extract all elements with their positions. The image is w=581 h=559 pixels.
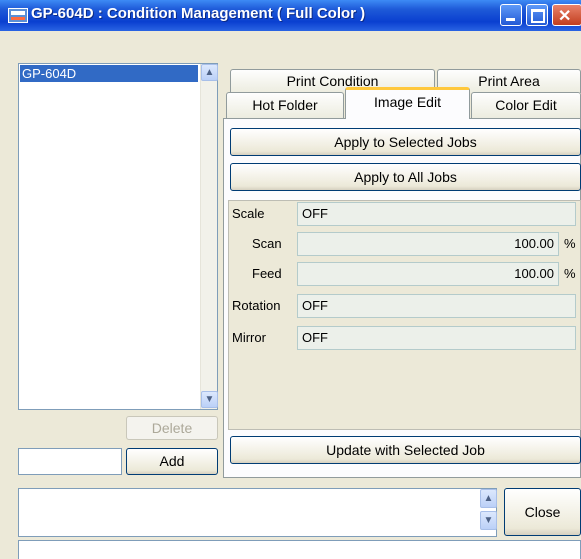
- mirror-value: OFF: [297, 326, 576, 350]
- message-scroll-down-button[interactable]: ▼: [480, 511, 497, 530]
- message-area: [18, 488, 497, 537]
- tab-image-edit[interactable]: Image Edit: [345, 87, 470, 119]
- app-icon: [8, 8, 28, 23]
- close-window-button[interactable]: [552, 4, 581, 26]
- scroll-down-button[interactable]: ▼: [201, 391, 218, 408]
- minimize-button[interactable]: [500, 4, 522, 26]
- rotation-label: Rotation: [232, 298, 281, 313]
- chevron-down-icon: ▼: [204, 394, 215, 405]
- apply-to-all-jobs-button[interactable]: Apply to All Jobs: [230, 163, 581, 191]
- delete-button[interactable]: Delete: [126, 416, 218, 440]
- chevron-down-icon: ▼: [483, 515, 494, 526]
- scroll-up-button[interactable]: ▲: [201, 64, 218, 81]
- close-button[interactable]: Close: [504, 488, 581, 536]
- new-condition-name-input[interactable]: [18, 448, 122, 475]
- feed-value: 100.00: [297, 262, 559, 286]
- add-button[interactable]: Add: [126, 448, 218, 475]
- rotation-value: OFF: [297, 294, 576, 318]
- list-item[interactable]: GP-604D: [20, 65, 198, 82]
- chevron-up-icon: ▲: [204, 67, 215, 78]
- scale-value: OFF: [297, 202, 576, 226]
- status-bar: [18, 540, 581, 559]
- scale-label: Scale: [232, 206, 265, 221]
- mirror-label: Mirror: [232, 330, 266, 345]
- condition-list[interactable]: GP-604D ▲ ▼: [18, 63, 218, 410]
- list-scrollbar[interactable]: ▲ ▼: [200, 64, 218, 409]
- scan-unit: %: [564, 236, 576, 251]
- window-title: GP-604D : Condition Management ( Full Co…: [31, 5, 366, 22]
- scan-label: Scan: [252, 236, 282, 251]
- message-scroll-up-button[interactable]: ▲: [480, 489, 497, 508]
- tab-hot-folder[interactable]: Hot Folder: [226, 92, 344, 118]
- chevron-up-icon: ▲: [483, 493, 494, 504]
- apply-to-selected-jobs-button[interactable]: Apply to Selected Jobs: [230, 128, 581, 156]
- scan-value: 100.00: [297, 232, 559, 256]
- update-with-selected-job-button[interactable]: Update with Selected Job: [230, 436, 581, 464]
- feed-label: Feed: [252, 266, 282, 281]
- maximize-button[interactable]: [526, 4, 548, 26]
- tab-color-edit[interactable]: Color Edit: [471, 92, 581, 118]
- feed-unit: %: [564, 266, 576, 281]
